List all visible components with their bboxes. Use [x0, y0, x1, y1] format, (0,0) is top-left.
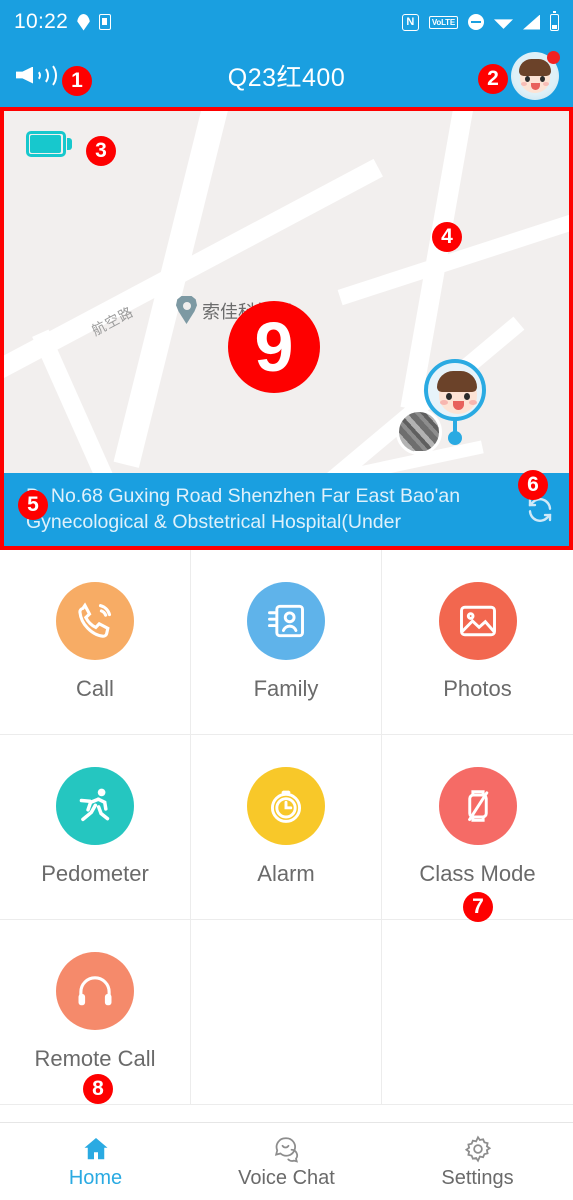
nav-label: Voice Chat [238, 1166, 335, 1189]
grid-cell-empty-1 [191, 920, 382, 1105]
grid-cell-family[interactable]: Family [191, 550, 382, 735]
phone-call-icon [56, 582, 134, 660]
nav-item-voice-chat[interactable]: Voice Chat [191, 1134, 382, 1190]
annotation-badge-8: 8 [83, 1074, 113, 1104]
grid-cell-pedometer[interactable]: Pedometer [0, 735, 191, 920]
feature-grid: Call Family Photos Pedometer Alarm Class… [0, 550, 573, 1105]
contact-card-icon [247, 582, 325, 660]
annotation-badge-9: 9 [228, 301, 320, 393]
status-bar-right: N VoLTE [401, 10, 559, 31]
headphones-icon [56, 952, 134, 1030]
volte-icon: VoLTE [428, 15, 458, 29]
nav-item-home[interactable]: Home [0, 1134, 191, 1190]
address-text: D. No.68 Guxing Road Shenzhen Far East B… [26, 485, 461, 533]
notification-dot [547, 50, 560, 64]
nav-label: Settings [441, 1166, 514, 1189]
annotation-badge-6: 6 [518, 470, 548, 500]
annotation-badge-5: 5 [18, 490, 48, 520]
home-icon [84, 1137, 107, 1159]
do-not-disturb-icon [468, 14, 484, 30]
status-bar: 10:22 N VoLTE [0, 0, 573, 44]
grid-cell-label: Remote Call [34, 1046, 156, 1071]
chat-bubbles-icon [274, 1136, 298, 1163]
child-location-marker[interactable] [424, 359, 486, 447]
annotation-badge-2: 2 [478, 64, 508, 94]
photo-image-icon [438, 582, 517, 660]
grid-cell-label: Family [253, 676, 319, 701]
child-marker-avatar [424, 359, 486, 421]
avatar-button[interactable] [511, 50, 560, 100]
location-pin-icon [77, 14, 90, 31]
grid-cell-label: Call [76, 676, 114, 701]
battery-icon [550, 10, 559, 31]
address-bar: D. No.68 Guxing Road Shenzhen Far East B… [4, 473, 569, 546]
annotation-badge-1: 1 [62, 66, 92, 96]
grid-cell-call[interactable]: Call [0, 550, 191, 735]
nav-label: Home [68, 1166, 123, 1189]
map-area[interactable]: 航空路 索佳科技园 [4, 111, 569, 473]
nfc-icon: N [401, 13, 419, 31]
map-pin-icon [176, 296, 197, 324]
annotation-badge-4: 4 [432, 222, 462, 252]
alarm-clock-icon [247, 767, 325, 845]
running-man-icon [56, 767, 134, 845]
status-bar-left: 10:22 [14, 10, 112, 34]
grid-cell-label: Alarm [257, 861, 315, 886]
grid-cell-label: Pedometer [41, 861, 149, 886]
grid-cell-alarm[interactable]: Alarm [191, 735, 382, 920]
annotation-badge-7: 7 [463, 892, 493, 922]
grid-cell-photos[interactable]: Photos [382, 550, 573, 735]
grid-cell-empty-2 [382, 920, 573, 1105]
device-battery[interactable] [26, 131, 72, 157]
sim-card-icon [99, 14, 112, 30]
nav-item-settings[interactable]: Settings [382, 1134, 573, 1190]
wifi-icon [494, 15, 513, 29]
annotation-badge-3: 3 [86, 136, 116, 166]
grid-cell-label: Photos [443, 676, 512, 701]
bottom-navigation: Home Voice Chat Settings [0, 1122, 573, 1200]
status-time: 10:22 [14, 10, 69, 33]
gear-icon [464, 1134, 491, 1163]
app-screen: 10:22 N VoLTE Q23红400 航空路 D. No.68 Guxin… [0, 0, 573, 1200]
grid-cell-label: Class Mode [419, 861, 536, 886]
watch-disabled-icon [438, 767, 517, 845]
cellular-signal-icon [523, 14, 540, 30]
